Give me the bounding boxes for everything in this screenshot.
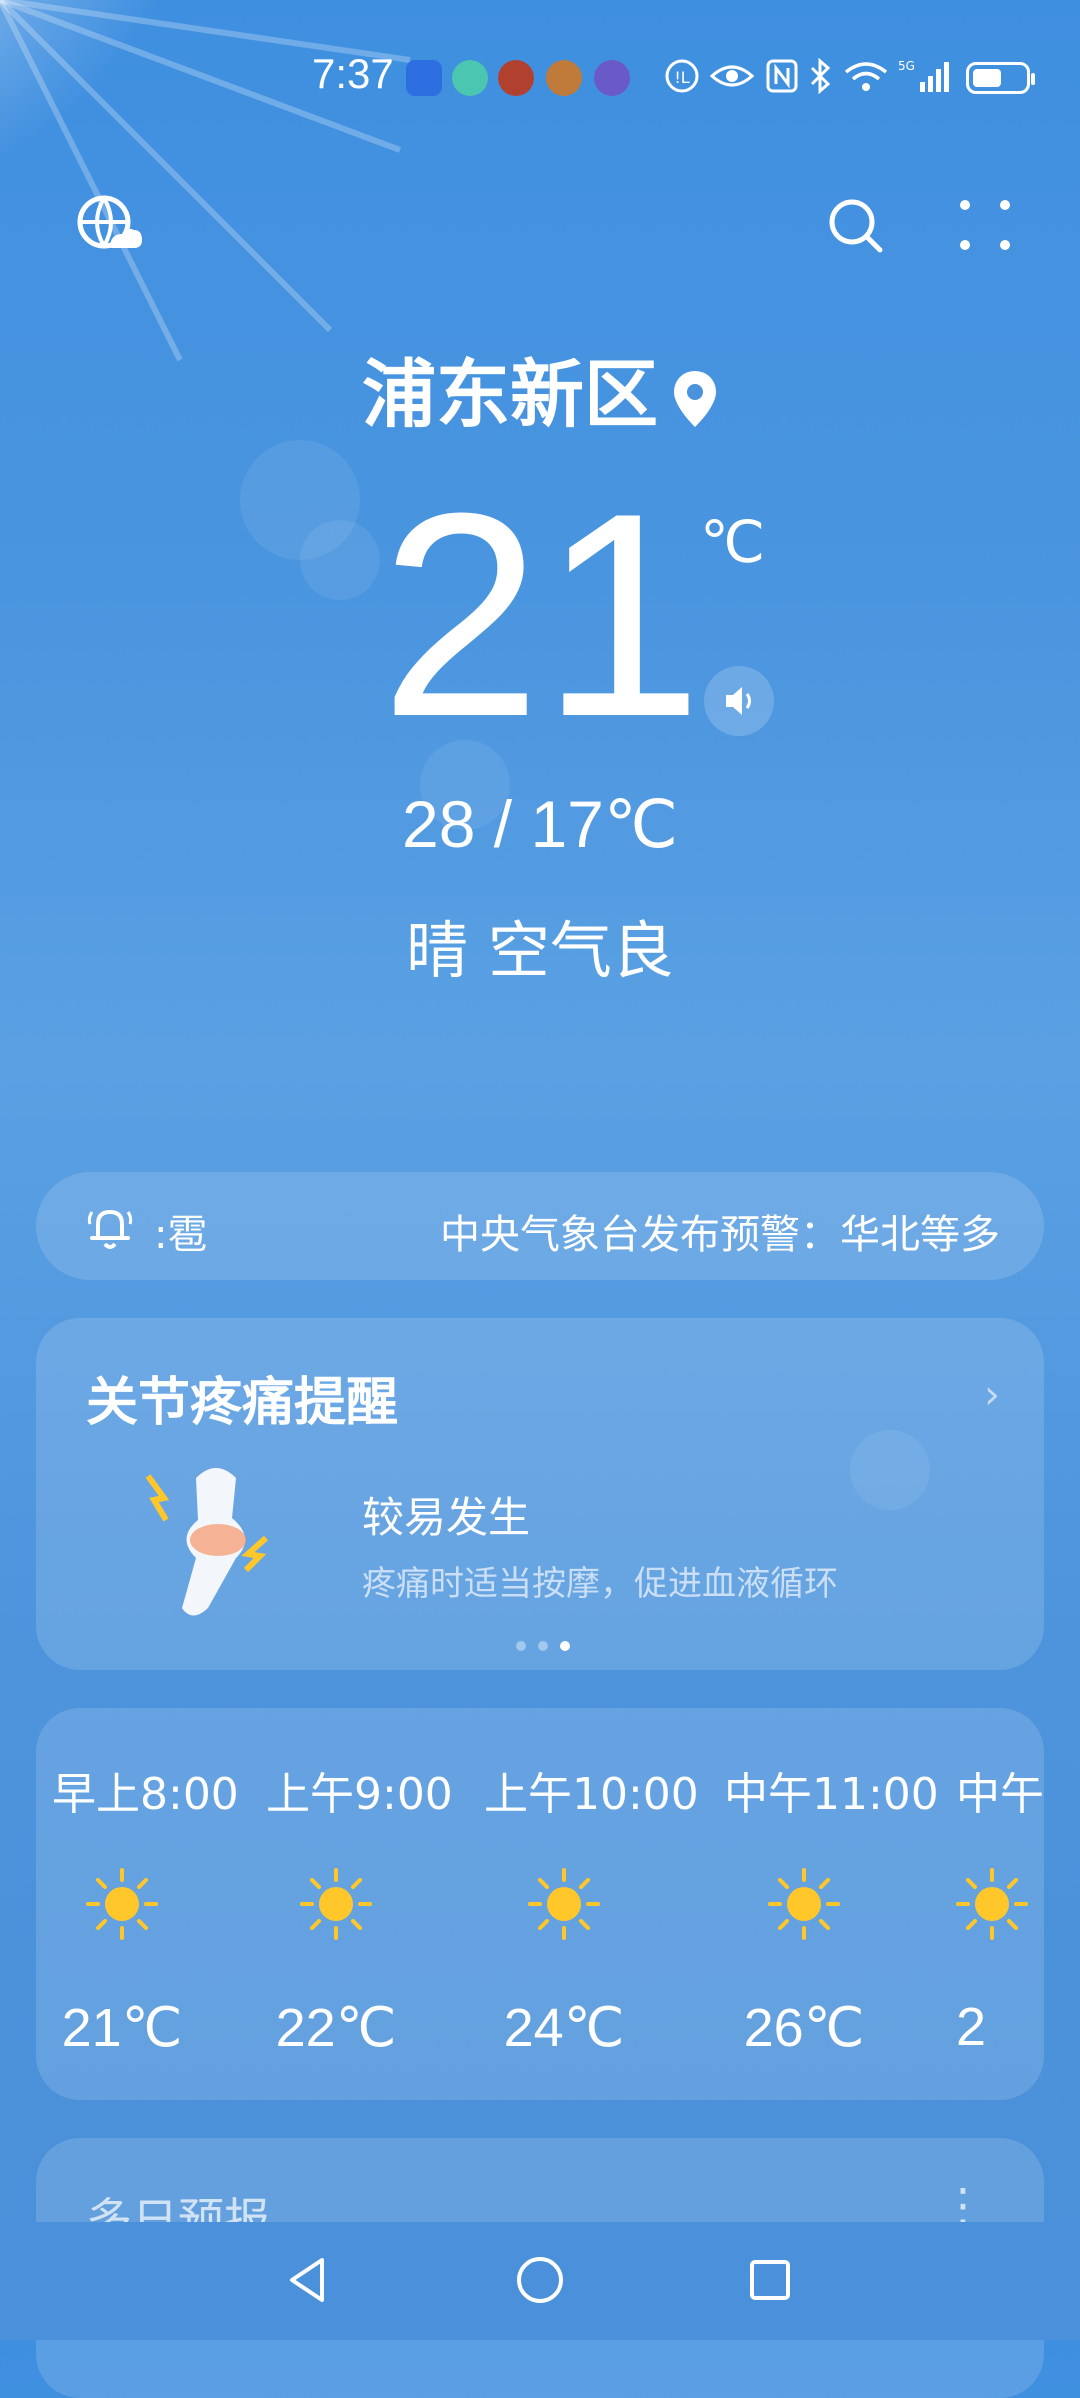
search-icon[interactable] xyxy=(820,190,890,260)
more-menu-icon[interactable] xyxy=(950,190,1020,260)
notification-game-icon xyxy=(594,60,630,96)
hourly-item: 中午11:00 26℃ xyxy=(724,1758,939,2059)
current-temperature: 21 xyxy=(380,453,703,777)
notification-game-icon xyxy=(546,60,582,96)
hourly-item: 上午9:00 22℃ xyxy=(266,1758,453,2059)
sun-icon xyxy=(768,1868,840,1940)
temperature-range: 28 / 17℃ xyxy=(402,787,678,861)
signal-5g-icon: 5G xyxy=(898,59,949,92)
sun-icon xyxy=(956,1868,1028,1940)
alert-tag: :雹 xyxy=(154,1212,208,1258)
alert-message: 中央气象台发布预警：华北等多 xyxy=(440,1212,1000,1258)
joint-pain-illustration xyxy=(145,1468,268,1616)
hourly-time: 早上8:00 xyxy=(52,1769,239,1820)
hourly-time: 上午9:00 xyxy=(266,1769,453,1820)
notification-game-icon xyxy=(498,60,534,96)
nfc-icon xyxy=(766,59,798,93)
joint-pain-advice: 疼痛时适当按摩，促进血液循环 xyxy=(362,1564,838,1604)
wifi-icon xyxy=(844,62,888,91)
hd-voice-icon: !L xyxy=(665,59,699,93)
svg-text:5G: 5G xyxy=(898,59,915,73)
city-manage-icon[interactable] xyxy=(74,190,144,260)
bell-icon xyxy=(87,1209,133,1249)
hourly-item: 上午10:00 24℃ xyxy=(484,1758,699,2059)
carousel-page-indicator xyxy=(510,1636,576,1655)
back-button-icon[interactable] xyxy=(278,2250,338,2310)
battery-icon xyxy=(966,62,1035,94)
status-time: 7:37 xyxy=(312,50,394,97)
svg-text:!L: !L xyxy=(674,68,689,87)
weather-condition: 晴 空气良 xyxy=(406,914,674,987)
page-dot-active xyxy=(560,1641,570,1651)
temperature-unit: ℃ xyxy=(700,508,766,576)
hourly-time: 中午 xyxy=(956,1769,1044,1820)
hourly-temp: 21℃ xyxy=(61,1998,183,2058)
status-bar: 7:37 !L 5G xyxy=(0,0,1080,160)
joint-pain-level: 较易发生 xyxy=(362,1493,531,1542)
hourly-time: 上午10:00 xyxy=(484,1769,699,1820)
notification-game-icon xyxy=(452,60,488,96)
joint-pain-card[interactable]: 关节疼痛提醒 › 较易发生 疼痛时适当按摩，促进血液循环 xyxy=(36,1318,1044,1670)
speaker-icon xyxy=(726,687,751,715)
recents-button-icon[interactable] xyxy=(740,2250,800,2310)
eye-comfort-icon xyxy=(710,65,754,87)
sun-icon xyxy=(300,1868,372,1940)
hourly-time: 中午11:00 xyxy=(724,1769,939,1820)
location-pin-icon xyxy=(674,371,716,428)
joint-card-title: 关节疼痛提醒 xyxy=(86,1373,399,1433)
page-dot xyxy=(516,1641,526,1651)
chevron-right-icon: › xyxy=(984,1372,1000,1418)
hourly-item: 早上8:00 21℃ xyxy=(52,1758,239,2059)
hourly-temp: 22℃ xyxy=(275,1998,397,2058)
location-name: 浦东新区 xyxy=(362,352,658,438)
notification-app-icon xyxy=(406,60,442,96)
hourly-item: 中午 2 xyxy=(956,1758,1044,2058)
bokeh-decoration xyxy=(300,520,380,600)
hourly-forecast-card[interactable]: 早上8:00 21℃ 上午9:00 22℃ 上午10:00 24℃ 中午11:0… xyxy=(36,1708,1044,2100)
voice-broadcast-button[interactable] xyxy=(704,666,774,736)
hourly-temp: 24℃ xyxy=(503,1998,625,2058)
system-navigation-bar xyxy=(0,2222,1080,2340)
location-title[interactable]: 浦东新区 xyxy=(0,335,1080,442)
home-button-icon[interactable] xyxy=(510,2250,570,2310)
hourly-temp: 2 xyxy=(956,1997,987,2057)
bluetooth-icon xyxy=(810,58,831,94)
weather-alert-bar[interactable]: :雹 中央气象台发布预警：华北等多 xyxy=(36,1172,1044,1280)
sun-icon xyxy=(86,1868,158,1940)
page-dot xyxy=(538,1641,548,1651)
hourly-temp: 26℃ xyxy=(743,1998,865,2058)
sun-icon xyxy=(528,1868,600,1940)
